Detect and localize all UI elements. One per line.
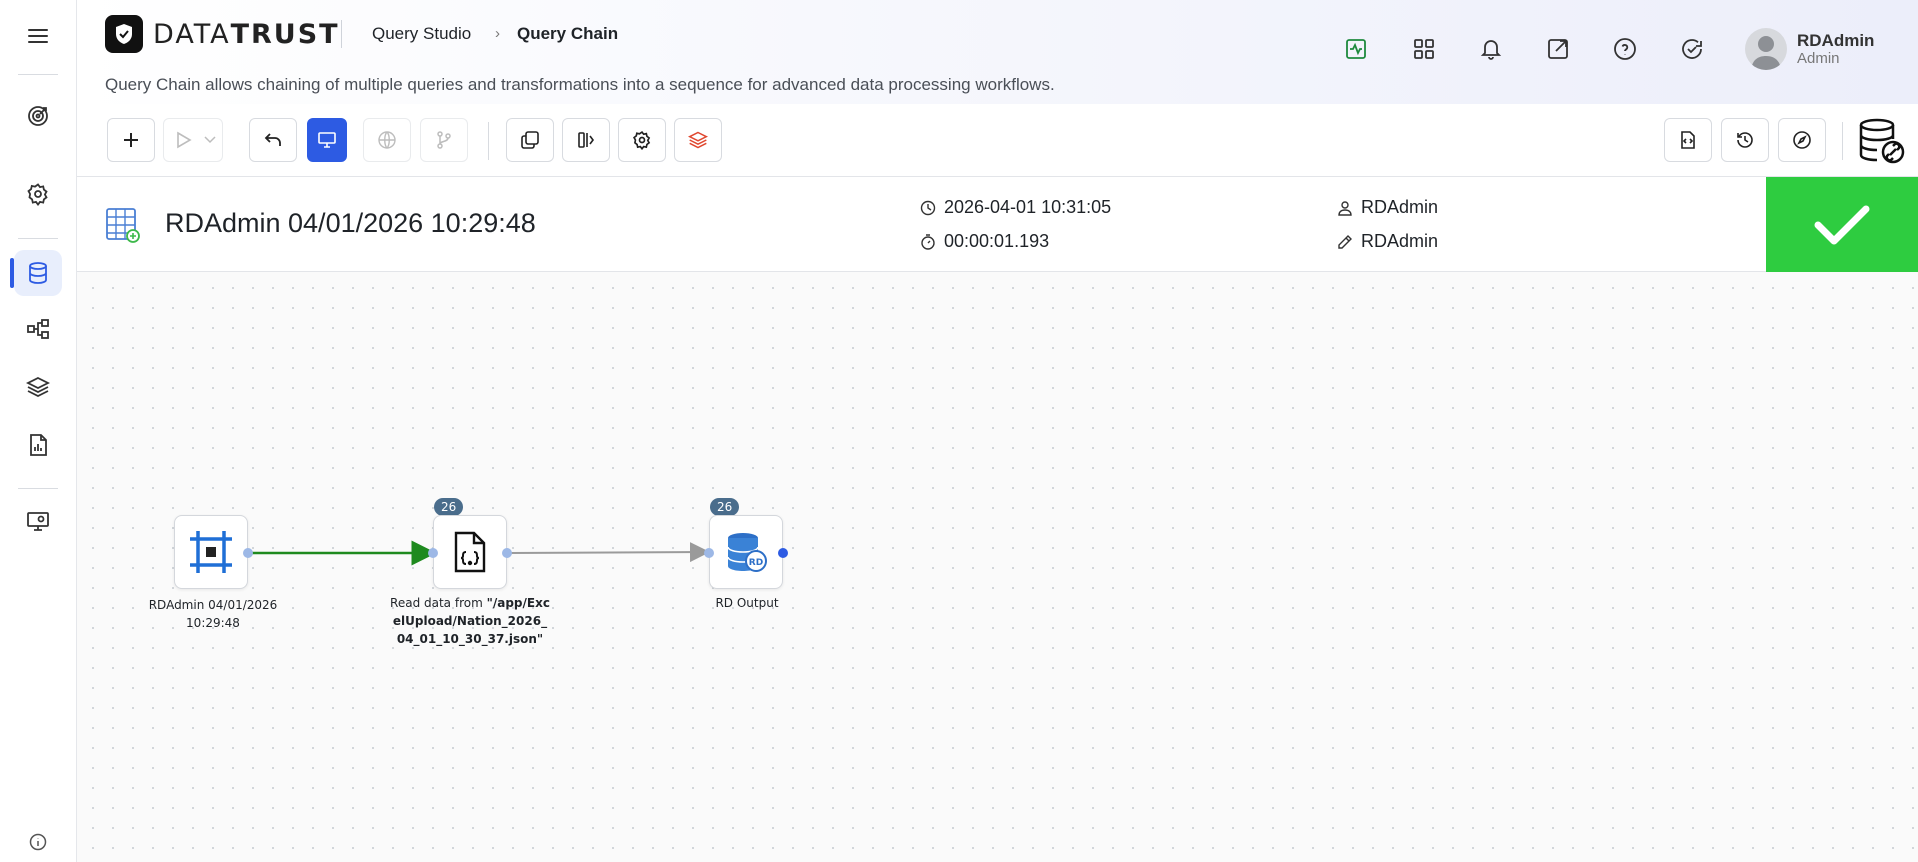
clock-icon bbox=[920, 200, 936, 215]
brand-bold: TRUST bbox=[230, 18, 340, 50]
flow-canvas[interactable]: RDAdmin 04/01/2026 10:29:48 26 Read data… bbox=[77, 272, 1918, 862]
node-source-label: RDAdmin 04/01/2026 10:29:48 bbox=[148, 598, 278, 630]
database-output-icon: RD bbox=[727, 533, 767, 572]
report-icon[interactable] bbox=[14, 422, 62, 468]
owner: RDAdmin bbox=[1337, 197, 1438, 218]
timer-icon bbox=[921, 233, 935, 250]
row-count-badge: 26 bbox=[710, 498, 740, 516]
node-read-label-prefix: Read data from bbox=[390, 596, 487, 610]
query-info-bar: RDAdmin 04/01/2026 10:29:48 2026-04-01 1… bbox=[77, 177, 1918, 272]
pencil-icon bbox=[1338, 234, 1352, 249]
run-time-value: 2026-04-01 10:31:05 bbox=[944, 197, 1112, 217]
refresh-check-icon[interactable] bbox=[1676, 33, 1708, 65]
header-divider bbox=[341, 20, 342, 48]
history-button[interactable] bbox=[1721, 118, 1769, 162]
node-source[interactable] bbox=[174, 515, 253, 589]
chevron-down-icon bbox=[204, 136, 216, 144]
compass-button[interactable] bbox=[1778, 118, 1826, 162]
node-read-label: Read data from "/app/ExcelUpload/Nation_… bbox=[389, 594, 551, 648]
gear-button[interactable] bbox=[618, 118, 666, 162]
node-output-label: RD Output bbox=[715, 596, 779, 610]
node-read-json[interactable] bbox=[428, 515, 512, 589]
edges bbox=[252, 540, 710, 566]
target-icon[interactable] bbox=[14, 93, 62, 139]
monitor-settings-icon[interactable] bbox=[14, 498, 62, 544]
branch-button[interactable] bbox=[420, 118, 468, 162]
desktop-view-button[interactable] bbox=[307, 118, 347, 162]
duration: 00:00:01.193 bbox=[920, 231, 1049, 252]
output-port[interactable] bbox=[778, 548, 788, 558]
editor: RDAdmin bbox=[1337, 231, 1438, 252]
duration-value: 00:00:01.193 bbox=[944, 231, 1050, 251]
page-subtitle: Query Chain allows chaining of multiple … bbox=[105, 75, 1055, 94]
editor-value: RDAdmin bbox=[1361, 231, 1439, 251]
checkmark-icon bbox=[1814, 205, 1870, 244]
chevron-right-icon: › bbox=[495, 25, 500, 42]
database-link-icon[interactable] bbox=[1857, 116, 1907, 166]
sidebar-divider bbox=[18, 74, 58, 75]
activity-icon[interactable] bbox=[1340, 33, 1372, 65]
edge-read-to-output[interactable] bbox=[509, 542, 710, 563]
json-file-icon bbox=[454, 531, 486, 573]
brand-light: DATA bbox=[153, 18, 231, 50]
avatar[interactable] bbox=[1745, 28, 1787, 70]
compare-button[interactable] bbox=[562, 118, 610, 162]
run-button[interactable] bbox=[163, 118, 223, 162]
sidebar-divider bbox=[18, 488, 58, 489]
settings-icon[interactable] bbox=[14, 171, 62, 217]
menu-icon[interactable] bbox=[14, 13, 62, 59]
copy-button[interactable] bbox=[506, 118, 554, 162]
header: DATATRUST Query Studio › Query Chain Que… bbox=[77, 0, 1918, 104]
brand-logo[interactable]: DATATRUST bbox=[105, 15, 340, 53]
row-count-badge: 26 bbox=[434, 498, 464, 516]
database-icon[interactable] bbox=[10, 250, 62, 296]
globe-button[interactable] bbox=[363, 118, 411, 162]
output-port[interactable] bbox=[243, 548, 253, 558]
brand-name: DATATRUST bbox=[153, 19, 340, 50]
toolbar-divider bbox=[1842, 122, 1843, 160]
add-button[interactable] bbox=[107, 118, 155, 162]
breadcrumb-query-studio[interactable]: Query Studio bbox=[372, 24, 471, 44]
node-rd-output[interactable]: RD bbox=[704, 515, 788, 589]
run-time: 2026-04-01 10:31:05 bbox=[920, 197, 1111, 218]
info-icon[interactable] bbox=[14, 824, 62, 860]
apps-grid-icon[interactable] bbox=[1408, 33, 1440, 65]
workflow-icon[interactable] bbox=[14, 306, 62, 352]
bell-icon[interactable] bbox=[1475, 33, 1507, 65]
script-button[interactable] bbox=[1664, 118, 1712, 162]
input-port[interactable] bbox=[428, 548, 438, 558]
toolbar-divider bbox=[488, 122, 489, 160]
toolbar bbox=[77, 104, 1918, 177]
status-success bbox=[1766, 177, 1918, 272]
query-title: RDAdmin 04/01/2026 10:29:48 bbox=[165, 208, 536, 238]
svg-text:RD: RD bbox=[749, 558, 763, 568]
user-role: Admin bbox=[1797, 50, 1840, 67]
output-port[interactable] bbox=[502, 548, 512, 558]
owner-value: RDAdmin bbox=[1361, 197, 1439, 217]
input-port[interactable] bbox=[704, 548, 714, 558]
crop-frame-icon bbox=[190, 531, 232, 573]
user-icon bbox=[1338, 200, 1352, 216]
layers-icon[interactable] bbox=[14, 364, 62, 410]
table-link-icon bbox=[105, 206, 141, 244]
undo-button[interactable] bbox=[249, 118, 297, 162]
app-root: DATATRUST Query Studio › Query Chain Que… bbox=[0, 0, 1918, 862]
external-link-icon[interactable] bbox=[1542, 33, 1574, 65]
sidebar bbox=[0, 0, 77, 862]
stack-button[interactable] bbox=[674, 118, 722, 162]
shield-icon bbox=[105, 15, 143, 53]
user-name: RDAdmin bbox=[1797, 31, 1875, 50]
sidebar-divider bbox=[18, 238, 58, 239]
page-title: Query Chain bbox=[517, 24, 619, 43]
help-icon[interactable] bbox=[1609, 33, 1641, 65]
